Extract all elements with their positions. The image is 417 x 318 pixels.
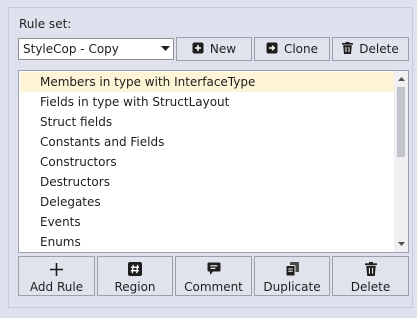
new-button[interactable]: New bbox=[176, 37, 252, 61]
clone-icon bbox=[266, 42, 278, 57]
delete-rule-label: Delete bbox=[350, 280, 391, 294]
plus-icon bbox=[50, 261, 63, 277]
chevron-down-icon bbox=[157, 46, 173, 52]
delete-rule-set-button[interactable]: Delete bbox=[332, 37, 409, 61]
rule-list-item[interactable]: Members in type with InterfaceType bbox=[20, 72, 394, 92]
rule-set-label: Rule set: bbox=[19, 17, 72, 31]
rules-list-rows: Members in type with InterfaceType Fields… bbox=[20, 72, 394, 252]
copy-icon bbox=[285, 261, 299, 277]
rule-list-item[interactable]: Enums bbox=[20, 232, 394, 252]
add-rule-label: Add Rule bbox=[29, 280, 84, 294]
rules-list[interactable]: Members in type with InterfaceType Fields… bbox=[18, 70, 409, 253]
scroll-up-icon[interactable] bbox=[394, 72, 408, 86]
delete-rule-button[interactable]: Delete bbox=[332, 256, 409, 296]
rule-list-item[interactable]: Delegates bbox=[20, 192, 394, 212]
comment-button[interactable]: Comment bbox=[175, 256, 252, 296]
region-button[interactable]: Region bbox=[97, 256, 173, 296]
rule-list-item[interactable]: Events bbox=[20, 212, 394, 232]
rule-list-item[interactable]: Destructors bbox=[20, 172, 394, 192]
delete-rule-set-label: Delete bbox=[359, 42, 399, 56]
trash-icon bbox=[364, 261, 377, 277]
scroll-down-icon[interactable] bbox=[394, 237, 408, 251]
comment-icon bbox=[207, 261, 221, 277]
hash-icon bbox=[128, 261, 142, 277]
scrollbar-thumb[interactable] bbox=[397, 87, 405, 157]
trash-icon bbox=[342, 41, 354, 57]
add-rule-button[interactable]: Add Rule bbox=[18, 256, 95, 296]
rule-list-item[interactable]: Struct fields bbox=[20, 112, 394, 132]
rule-set-dropdown[interactable]: StyleCop - Copy bbox=[18, 38, 174, 60]
clone-button[interactable]: Clone bbox=[254, 37, 330, 61]
comment-label: Comment bbox=[184, 280, 243, 294]
rule-list-item[interactable]: Fields in type with StructLayout bbox=[20, 92, 394, 112]
duplicate-label: Duplicate bbox=[263, 280, 321, 294]
region-label: Region bbox=[114, 280, 156, 294]
rule-list-item[interactable]: Constants and Fields bbox=[20, 132, 394, 152]
rule-list-item[interactable]: Constructors bbox=[20, 152, 394, 172]
vertical-scrollbar[interactable] bbox=[394, 71, 408, 252]
clone-button-label: Clone bbox=[283, 42, 319, 56]
new-icon bbox=[192, 42, 204, 57]
new-button-label: New bbox=[209, 42, 237, 56]
rule-set-selected-value: StyleCop - Copy bbox=[23, 42, 119, 56]
duplicate-button[interactable]: Duplicate bbox=[254, 256, 330, 296]
